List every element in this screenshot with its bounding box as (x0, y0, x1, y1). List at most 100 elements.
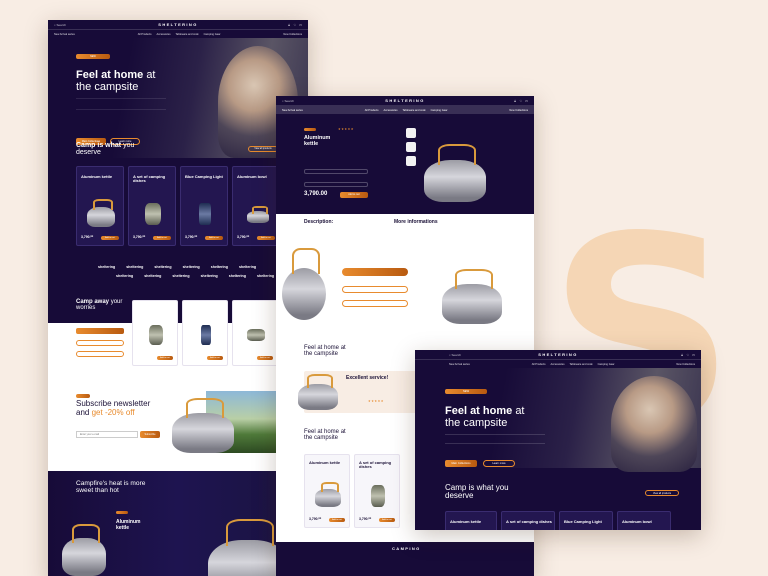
nav-item-new-collections[interactable]: New Collections (283, 33, 302, 36)
brand-logo[interactable]: SHELTERING (538, 352, 577, 357)
nav-item-all-products[interactable]: All Products (138, 33, 152, 36)
search-input[interactable]: ⌕ Search (282, 99, 294, 103)
sub-nav: New Arrival series All Products Accessor… (415, 360, 701, 368)
brand-logo[interactable]: SHELTERING (385, 98, 424, 103)
product-card-kettle[interactable]: Aluminum kettle 3,790.⁰⁰ Add to cart (76, 166, 124, 246)
home-card-kettle[interactable]: Aluminum kettle 3,790.⁰⁰ Add to cart (304, 454, 350, 528)
bowl-image (247, 329, 265, 341)
product-price: 3,790.⁰⁰ (187, 355, 200, 359)
brand-marquee-row-2: sheltering sheltering sheltering sheltering… (116, 274, 275, 278)
search-input[interactable]: ⌕ Search (54, 23, 66, 27)
hero-secondary-button[interactable]: Learn more (483, 460, 515, 467)
nav-item-all-products[interactable]: All Products (365, 109, 379, 112)
view-all-button[interactable]: View all products (248, 146, 278, 152)
user-icon[interactable]: ♙ (288, 23, 291, 27)
thumbnail-1[interactable] (406, 128, 416, 138)
nav-item-new-collections[interactable]: New Collections (509, 109, 528, 112)
nav-item-accessories[interactable]: Accessories (157, 33, 171, 36)
footer-nav: CAMPING (276, 542, 534, 576)
hero-screen-panel: ⌕ Search SHELTERING ♙ ♡ ▭ New Arrival seri… (415, 350, 701, 530)
cart-icon[interactable]: ▭ (692, 353, 695, 357)
product-name: Aluminum bowl (622, 519, 652, 524)
add-to-cart-button[interactable]: Add to cart (157, 356, 173, 360)
add-to-cart-button[interactable]: Add to cart (205, 236, 223, 240)
product-name: Aluminum kettle (81, 174, 113, 179)
away-card-bowl[interactable]: Aluminum bowl 3,790.⁰⁰ Add to cart (232, 300, 278, 366)
nav-item-accessories[interactable]: Accessories (384, 109, 398, 112)
product-name: A set of camping dishes (137, 304, 170, 314)
product-card-bowl[interactable]: Aluminum bowl 3,790.⁰⁰ Add to cart (232, 166, 280, 246)
size-select[interactable] (304, 169, 368, 174)
nav-item-tableware[interactable]: Tableware and cook (570, 363, 593, 366)
nav-item-all-products[interactable]: All Products (532, 363, 546, 366)
nav-item-camping-gear[interactable]: Camping Gear (204, 33, 221, 36)
add-to-cart-button[interactable]: Add to cart (153, 236, 171, 240)
product-card-kettle[interactable]: Aluminum kettle (445, 511, 497, 530)
add-to-cart-button[interactable]: Add to cart (101, 236, 119, 240)
heart-icon[interactable]: ♡ (293, 23, 296, 27)
user-icon[interactable]: ♙ (681, 353, 684, 357)
hero-section: NEW Feel at home at the campsite Main Col… (48, 38, 308, 158)
away-card-light[interactable]: Blue Camping Light 3,790.⁰⁰ Add to cart (182, 300, 228, 366)
add-to-cart-button[interactable]: Add to cart (340, 192, 368, 198)
nav-item-camping-gear[interactable]: Camping Gear (431, 109, 448, 112)
hero-tag: NEW (76, 54, 110, 59)
newsletter-email-input[interactable]: Enter your e-mail (76, 431, 138, 438)
cart-icon[interactable]: ▭ (299, 23, 302, 27)
away-card-dishes[interactable]: A set of camping dishes 3,790.⁰⁰ Add to … (132, 300, 178, 366)
camp-away-title: Camp away your worries (76, 299, 123, 312)
product-price: 3,790.⁰⁰ (81, 235, 94, 239)
camp-away-tab[interactable] (76, 351, 124, 357)
description-heading: Description: (304, 219, 334, 225)
product-name: A set of camping dishes (133, 174, 166, 184)
nav-tagline: New Arrival series (282, 108, 303, 112)
nav-item-tableware[interactable]: Tableware and cook (403, 109, 426, 112)
user-icon[interactable]: ♙ (514, 99, 517, 103)
product-card-light[interactable]: Blue Camping Light 3,790.⁰⁰ Add to cart (180, 166, 228, 246)
product-price: 3,790.⁰⁰ (237, 235, 250, 239)
add-to-cart-button[interactable]: Add to cart (257, 356, 273, 360)
add-to-cart-button[interactable]: Add to cart (379, 518, 395, 522)
brand-logo[interactable]: SHELTERING (158, 22, 197, 27)
color-select[interactable] (304, 182, 368, 187)
product-card-light[interactable]: Blue Camping Light (559, 511, 613, 530)
product-card-bowl[interactable]: Aluminum bowl (617, 511, 671, 530)
product-card-dishes[interactable]: A set of camping dishes 3,790.⁰⁰ Add to … (128, 166, 176, 246)
product-price: 3,790.⁰⁰ (185, 235, 198, 239)
spec-tab-active[interactable] (342, 268, 408, 276)
spec-tab[interactable] (342, 300, 408, 307)
nav-item-new-collections[interactable]: New Collections (676, 363, 695, 366)
product-price: 3,790.⁰⁰ (133, 235, 146, 239)
nav-item-camping-gear[interactable]: Camping Gear (598, 363, 615, 366)
add-to-cart-button[interactable]: Add to cart (207, 356, 223, 360)
add-to-cart-button[interactable]: Add to cart (257, 236, 275, 240)
cart-icon[interactable]: ▭ (525, 99, 528, 103)
product-name: Aluminum kettle (450, 519, 482, 524)
camp-away-tab[interactable] (76, 340, 124, 346)
more-info-heading: More informations (394, 219, 438, 225)
subscribe-button[interactable]: Subscribe (140, 431, 160, 438)
nav-item-tableware[interactable]: Tableware and cook (176, 33, 199, 36)
nav-item-accessories[interactable]: Accessories (551, 363, 565, 366)
newsletter-kettle-image (172, 397, 234, 453)
heart-icon[interactable]: ♡ (519, 99, 522, 103)
footer-brand-logo[interactable]: CAMPING (392, 546, 421, 551)
view-all-button[interactable]: View all products (645, 490, 679, 496)
spec-tab[interactable] (342, 286, 408, 293)
camp-away-tab-active[interactable] (76, 328, 124, 334)
product-name: Aluminum kettle (309, 460, 341, 465)
home-card-dishes[interactable]: A set of camping dishes 3,790.⁰⁰ Add to … (354, 454, 400, 528)
heart-icon[interactable]: ♡ (686, 353, 689, 357)
product-main-image (424, 144, 486, 202)
thumbnail-2[interactable] (406, 142, 416, 152)
hero-primary-button[interactable]: Main Collections (445, 460, 477, 467)
campfire-kettle-small (62, 523, 106, 576)
campfire-product-name: Aluminum kettle (116, 519, 141, 531)
search-input[interactable]: ⌕ Search (449, 353, 461, 357)
add-to-cart-button[interactable]: Add to cart (329, 518, 345, 522)
product-card-dishes[interactable]: A set of camping dishes (501, 511, 555, 530)
thumbnail-3[interactable] (406, 156, 416, 166)
service-rating-stars: ★★★★★ (368, 399, 384, 403)
hero-section: NEW Feel at home at the campsite Main Col… (415, 368, 701, 472)
newsletter-tag (76, 394, 90, 398)
